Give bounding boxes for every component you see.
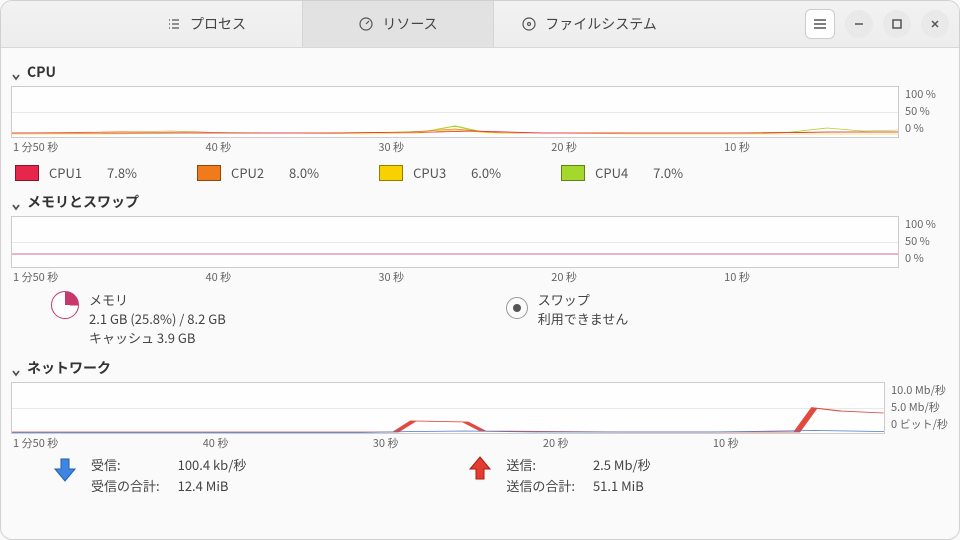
chevron-down-icon	[11, 67, 21, 77]
memory-label: メモリ	[89, 291, 226, 310]
cpu-section-title: CPU	[27, 62, 56, 82]
maximize-icon	[891, 18, 903, 30]
network-recv-item: 受信: 100.4 kb/秒 受信の合計: 12.4 MiB	[51, 455, 246, 495]
network-section-header[interactable]: ネットワーク	[11, 358, 949, 378]
send-total-value: 51.1 MiB	[593, 476, 651, 495]
recv-label: 受信:	[91, 455, 160, 474]
memory-section-title: メモリとスワップ	[27, 192, 139, 212]
close-icon	[929, 18, 941, 30]
memory-cache: キャッシュ 3.9 GB	[89, 329, 226, 348]
minimize-icon	[853, 18, 865, 30]
view-tabs: プロセス リソース ファイルシステム	[1, 1, 795, 47]
cpu-legend: CPU17.8% CPU28.0% CPU36.0% CPU47.0%	[11, 163, 949, 182]
upload-arrow-icon	[466, 455, 494, 483]
swap-label: スワップ	[538, 291, 629, 310]
tab-label: リソース	[382, 14, 437, 34]
memory-chart	[11, 216, 899, 268]
network-x-axis: 1 分50 秒40 秒30 秒20 秒10 秒	[11, 435, 885, 451]
memory-pie-icon	[51, 291, 79, 319]
tab-label: プロセス	[190, 14, 246, 34]
recv-total-value: 12.4 MiB	[178, 476, 247, 495]
swap-usage-item: スワップ 利用できません	[506, 291, 629, 348]
net-y-max: 10.0 Mb/秒	[891, 382, 949, 398]
cpu-section-header[interactable]: CPU	[11, 62, 949, 82]
cpu-y-min: 0 %	[905, 120, 949, 136]
cpu-y-max: 100 %	[905, 86, 949, 102]
memory-section-header[interactable]: メモリとスワップ	[11, 192, 949, 212]
cpu3-legend-item: CPU36.0%	[379, 163, 501, 182]
tab-processes[interactable]: プロセス	[111, 1, 302, 47]
download-arrow-icon	[51, 455, 79, 483]
network-section-title: ネットワーク	[27, 358, 111, 378]
memory-value: 2.1 GB (25.8%) / 8.2 GB	[89, 310, 226, 329]
swap-dot-icon	[506, 297, 528, 319]
disk-icon	[521, 16, 537, 32]
chevron-down-icon	[11, 197, 21, 207]
minimize-button[interactable]	[845, 10, 873, 38]
network-send-item: 送信: 2.5 Mb/秒 送信の合計: 51.1 MiB	[466, 455, 650, 495]
cpu4-swatch	[561, 165, 585, 181]
network-chart	[11, 382, 885, 434]
mem-y-mid: 50 %	[905, 233, 949, 249]
titlebar: プロセス リソース ファイルシステム	[1, 1, 959, 48]
cpu4-legend-item: CPU47.0%	[561, 163, 683, 182]
menu-button[interactable]	[805, 9, 835, 39]
send-total-label: 送信の合計:	[506, 476, 575, 495]
cpu-y-mid: 50 %	[905, 103, 949, 119]
tab-filesystem[interactable]: ファイルシステム	[494, 1, 685, 47]
tab-resources[interactable]: リソース	[302, 1, 494, 47]
cpu1-swatch	[15, 165, 39, 181]
close-button[interactable]	[921, 10, 949, 38]
recv-value: 100.4 kb/秒	[178, 455, 247, 474]
gauge-icon	[358, 16, 374, 32]
chevron-down-icon	[11, 363, 21, 373]
tab-label: ファイルシステム	[545, 14, 657, 34]
memory-x-axis: 1 分50 秒40 秒30 秒20 秒10 秒	[11, 269, 899, 285]
send-value: 2.5 Mb/秒	[593, 455, 651, 474]
hamburger-icon	[813, 18, 827, 30]
swap-value: 利用できません	[538, 310, 629, 329]
net-y-min: 0 ビット/秒	[891, 416, 949, 432]
cpu-x-axis: 1 分50 秒40 秒30 秒20 秒10 秒	[11, 139, 899, 155]
send-label: 送信:	[506, 455, 575, 474]
mem-y-min: 0 %	[905, 250, 949, 266]
cpu-chart	[11, 86, 899, 138]
cpu2-swatch	[197, 165, 221, 181]
net-y-mid: 5.0 Mb/秒	[891, 399, 949, 415]
system-monitor-window: プロセス リソース ファイルシステム	[0, 0, 960, 540]
mem-y-max: 100 %	[905, 216, 949, 232]
recv-total-label: 受信の合計:	[91, 476, 160, 495]
cpu3-swatch	[379, 165, 403, 181]
memory-usage-item: メモリ 2.1 GB (25.8%) / 8.2 GB キャッシュ 3.9 GB	[51, 291, 226, 348]
cpu2-legend-item: CPU28.0%	[197, 163, 319, 182]
list-icon	[166, 16, 182, 32]
cpu1-legend-item: CPU17.8%	[15, 163, 137, 182]
maximize-button[interactable]	[883, 10, 911, 38]
